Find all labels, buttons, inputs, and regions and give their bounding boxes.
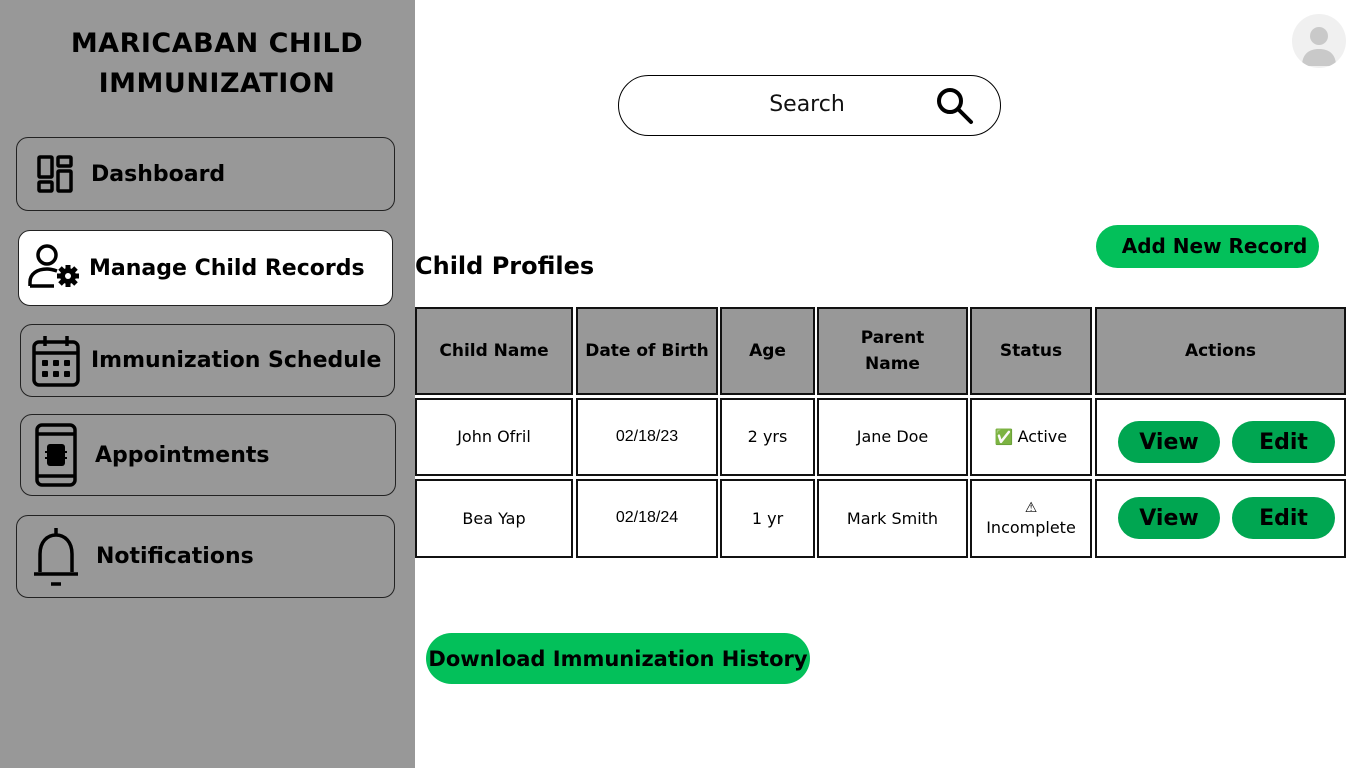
status-text: Active: [1017, 427, 1068, 446]
sidebar-item-label: Manage Child Records: [89, 255, 365, 281]
user-avatar-icon: [1302, 27, 1336, 66]
download-history-button[interactable]: Download Immunization History: [426, 633, 810, 684]
sidebar-item-label: Notifications: [96, 544, 254, 569]
sidebar-item-dashboard[interactable]: Dashboard: [16, 137, 395, 211]
cell-parent-name: Mark Smith: [817, 479, 968, 558]
sidebar-item-manage-child-records[interactable]: Manage Child Records: [18, 230, 393, 306]
column-header: Date of Birth: [576, 307, 718, 395]
cell-age: 2 yrs: [720, 398, 815, 476]
cell-age: 1 yr: [720, 479, 815, 558]
sidebar-item-label: Immunization Schedule: [91, 348, 382, 373]
phone-icon: [31, 421, 81, 489]
edit-button[interactable]: Edit: [1232, 497, 1335, 539]
edit-button[interactable]: Edit: [1232, 421, 1335, 463]
column-header: Actions: [1095, 307, 1346, 395]
cell-child-name: John Ofril: [415, 398, 573, 476]
column-header: Status: [970, 307, 1092, 395]
cell-parent-name: Jane Doe: [817, 398, 968, 476]
user-settings-icon: [25, 240, 85, 296]
cell-dob: 02/18/24: [576, 479, 718, 558]
check-icon: ✅: [994, 428, 1014, 446]
cell-status: ⚠ Incomplete: [970, 479, 1092, 558]
view-button[interactable]: View: [1118, 497, 1220, 539]
search-bar[interactable]: Search: [618, 75, 1001, 136]
bell-icon: [30, 526, 82, 588]
sidebar: MARICABAN CHILD IMMUNIZATION Dashboard M…: [0, 0, 415, 768]
sidebar-item-immunization-schedule[interactable]: Immunization Schedule: [20, 324, 395, 397]
cell-child-name: Bea Yap: [415, 479, 573, 558]
avatar[interactable]: [1292, 14, 1346, 68]
cell-status: ✅ Active: [970, 398, 1092, 476]
column-header: Parent Name: [817, 307, 968, 395]
warning-icon: ⚠: [1024, 499, 1038, 516]
column-header: Child Name: [415, 307, 573, 395]
sidebar-item-label: Dashboard: [91, 161, 226, 187]
section-title: Child Profiles: [415, 252, 595, 280]
column-header: Age: [720, 307, 815, 395]
search-icon[interactable]: [935, 86, 975, 126]
dashboard-icon: [35, 153, 77, 195]
status-text: Incomplete: [986, 517, 1076, 537]
sidebar-item-notifications[interactable]: Notifications: [16, 515, 395, 598]
cell-dob: 02/18/23: [576, 398, 718, 476]
sidebar-item-label: Appointments: [95, 442, 270, 468]
calendar-icon: [29, 333, 83, 389]
add-new-record-button[interactable]: Add New Record: [1096, 225, 1319, 268]
view-button[interactable]: View: [1118, 421, 1220, 463]
app-title: MARICABAN CHILD IMMUNIZATION: [70, 28, 364, 99]
sidebar-item-appointments[interactable]: Appointments: [20, 414, 396, 496]
